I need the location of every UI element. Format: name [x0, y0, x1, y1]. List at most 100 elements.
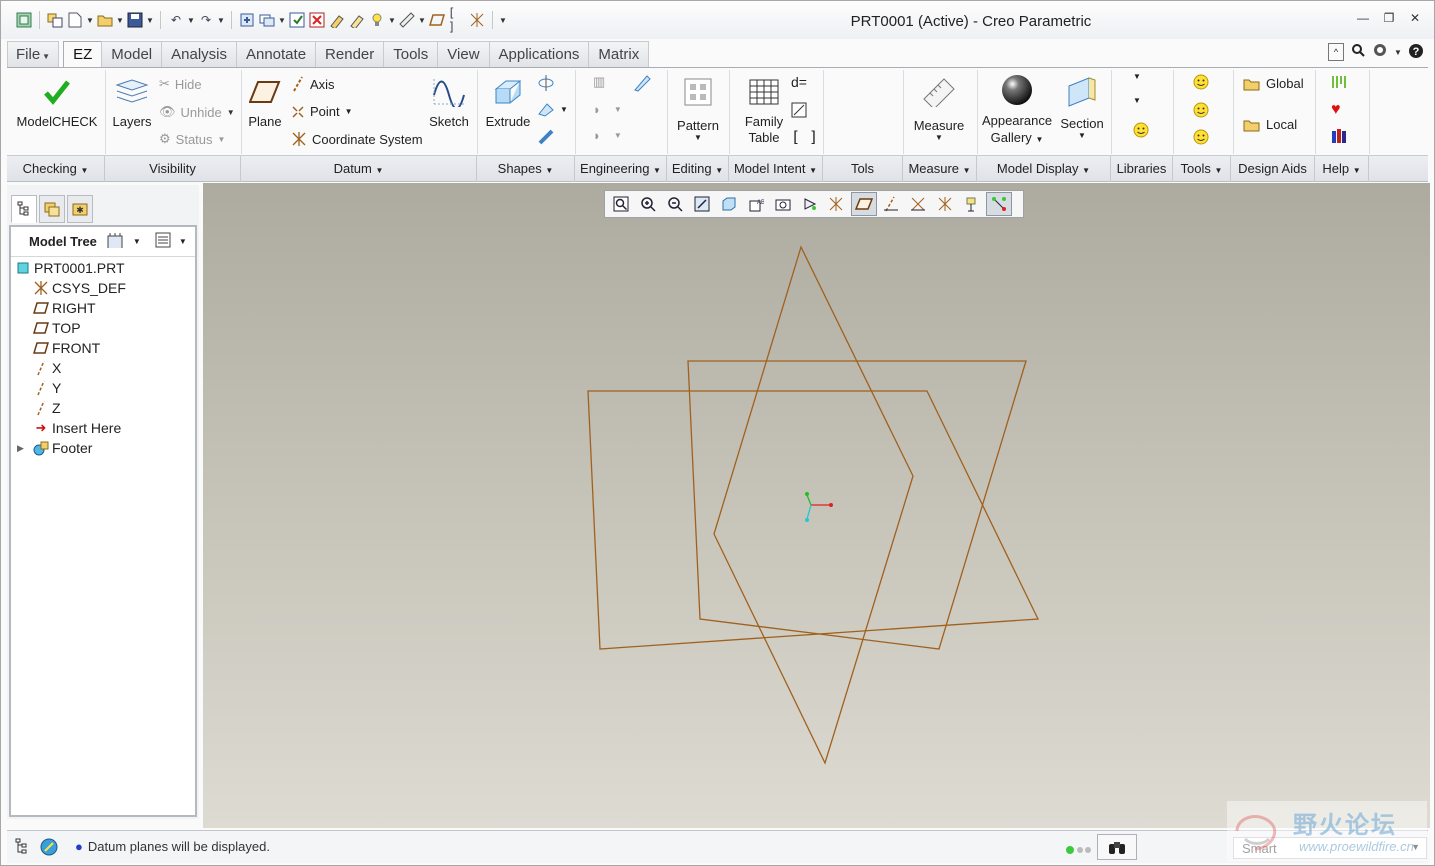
tab-matrix[interactable]: Matrix: [588, 41, 650, 67]
color-bars-icon[interactable]: [1331, 128, 1347, 144]
relations-icon[interactable]: [328, 11, 346, 29]
tree-item-y[interactable]: Y: [11, 378, 195, 398]
minimize-icon[interactable]: —: [1352, 11, 1374, 29]
open-folder-icon[interactable]: [96, 11, 114, 29]
view-manager-icon[interactable]: [770, 192, 796, 216]
window-tiles-icon[interactable]: [46, 11, 64, 29]
tab-file[interactable]: File ▼: [7, 41, 60, 67]
save-icon[interactable]: [126, 11, 144, 29]
selection-filter[interactable]: Smart ▼: [1233, 837, 1427, 859]
local-button[interactable]: Local: [1243, 117, 1297, 132]
sweep-button[interactable]: ▼: [537, 100, 568, 118]
tree-item-front[interactable]: FRONT: [11, 338, 195, 358]
chevron-down-icon[interactable]: ▼: [86, 16, 94, 25]
undo-icon[interactable]: ↶: [167, 11, 185, 29]
chevron-down-icon[interactable]: ▼: [388, 16, 396, 25]
expand-triangle-icon[interactable]: ▶: [17, 443, 33, 454]
smiley-icon[interactable]: [1133, 122, 1149, 138]
chevron-down-icon[interactable]: ▼: [418, 16, 426, 25]
search-icon[interactable]: [1350, 43, 1366, 61]
tab-tools[interactable]: Tools: [383, 41, 439, 67]
chevron-down-icon[interactable]: ▼: [935, 133, 943, 142]
sketch-button[interactable]: Sketch: [427, 74, 471, 129]
pattern-button[interactable]: Pattern ▼: [673, 74, 723, 142]
tree-settings-icon[interactable]: [105, 231, 125, 252]
group-tools[interactable]: Tools ▼: [1173, 156, 1231, 182]
point-button[interactable]: Point ▼: [291, 104, 353, 119]
heart-icon[interactable]: ♥: [1331, 101, 1341, 119]
unhide-button[interactable]: 👁 Unhide ▼: [159, 104, 235, 120]
hole-button[interactable]: ▥: [593, 74, 605, 90]
tree-item-insert-here[interactable]: ➜ Insert Here: [11, 418, 195, 438]
redo-icon[interactable]: ↷: [197, 11, 215, 29]
family-table-button[interactable]: Family Table: [741, 74, 787, 146]
braces-button[interactable]: [ ]: [791, 128, 818, 146]
draft-button[interactable]: ◗ ▼: [593, 128, 622, 143]
tree-item-top[interactable]: TOP: [11, 318, 195, 338]
modelcheck-button[interactable]: ModelCHECK: [17, 74, 97, 129]
tree-item-footer[interactable]: ▶ Footer: [11, 438, 195, 458]
collapse-ribbon-icon[interactable]: ^: [1328, 43, 1344, 61]
tab-model[interactable]: Model: [101, 41, 163, 67]
windows-icon[interactable]: [258, 11, 276, 29]
parameters-button[interactable]: [791, 102, 807, 118]
ruler-icon[interactable]: [398, 11, 416, 29]
appearance-gallery-button[interactable]: Appearance Gallery ▼: [981, 72, 1053, 148]
csys-icon[interactable]: [468, 11, 486, 29]
favorites-tab-icon[interactable]: ✱: [67, 195, 93, 223]
tab-annotate[interactable]: Annotate: [235, 41, 317, 67]
csys-display-toggle-icon[interactable]: [932, 192, 958, 216]
group-model-intent[interactable]: Model Intent ▼: [729, 156, 823, 182]
status-button[interactable]: ⚙ Status ▼: [159, 131, 225, 147]
zoom-out-icon[interactable]: [662, 192, 688, 216]
tree-item-csys[interactable]: CSYS_DEF: [11, 278, 195, 298]
community-icon[interactable]: [1372, 43, 1388, 61]
chevron-down-icon[interactable]: ▼: [1394, 48, 1402, 57]
section-button[interactable]: Section ▼: [1057, 74, 1107, 140]
tree-item-right[interactable]: RIGHT: [11, 298, 195, 318]
libraries-dropdown-2[interactable]: ▼: [1133, 96, 1141, 105]
tab-render[interactable]: Render: [315, 41, 385, 67]
perspective-icon[interactable]: [797, 192, 823, 216]
group-help[interactable]: Help ▼: [1315, 156, 1369, 182]
regenerate-icon[interactable]: [238, 11, 256, 29]
tab-ez[interactable]: EZ: [63, 41, 103, 68]
datum-plane-icon[interactable]: [428, 11, 446, 29]
chevron-down-icon[interactable]: ▼: [146, 16, 154, 25]
tab-view[interactable]: View: [437, 41, 490, 67]
chamfer-button[interactable]: ◗ ▼: [593, 102, 622, 117]
axis-button[interactable]: Axis: [291, 76, 335, 92]
group-checking[interactable]: Checking ▼: [7, 156, 105, 182]
tree-item-z[interactable]: Z: [11, 398, 195, 418]
revolve-button[interactable]: [537, 74, 555, 92]
round-button[interactable]: [633, 74, 651, 92]
point-display-toggle-icon[interactable]: [905, 192, 931, 216]
tree-item-x[interactable]: X: [11, 358, 195, 378]
chevron-down-icon[interactable]: ▼: [133, 237, 141, 246]
new-file-icon[interactable]: [66, 11, 84, 29]
find-binoculars-icon[interactable]: [1097, 834, 1137, 860]
smiley-icon[interactable]: [1193, 129, 1209, 145]
chevron-down-icon[interactable]: ▼: [1078, 131, 1086, 140]
plane-display-toggle-icon[interactable]: [851, 192, 877, 216]
global-button[interactable]: Global: [1243, 76, 1304, 91]
show-navigator-icon[interactable]: [15, 838, 31, 859]
chevron-down-icon[interactable]: ▼: [187, 16, 195, 25]
spin-center-icon[interactable]: [959, 192, 985, 216]
chevron-down-icon[interactable]: ▼: [217, 16, 225, 25]
tips-icon[interactable]: [368, 11, 386, 29]
layers-button[interactable]: Layers: [111, 74, 153, 129]
tab-applications[interactable]: Applications: [488, 41, 590, 67]
maximize-icon[interactable]: ❐: [1378, 11, 1400, 29]
datum-display-filters-icon[interactable]: [824, 192, 850, 216]
refit-icon[interactable]: [608, 192, 634, 216]
help-tool-icon[interactable]: [1331, 74, 1347, 90]
erase-icon[interactable]: [308, 11, 326, 29]
plane-button[interactable]: Plane: [245, 74, 285, 129]
group-editing[interactable]: Editing ▼: [667, 156, 729, 182]
parameters-icon[interactable]: [348, 11, 366, 29]
libraries-dropdown-1[interactable]: ▼: [1133, 72, 1141, 81]
group-datum[interactable]: Datum ▼: [241, 156, 477, 182]
axis-display-toggle-icon[interactable]: [878, 192, 904, 216]
chevron-down-icon[interactable]: ▼: [179, 237, 187, 246]
